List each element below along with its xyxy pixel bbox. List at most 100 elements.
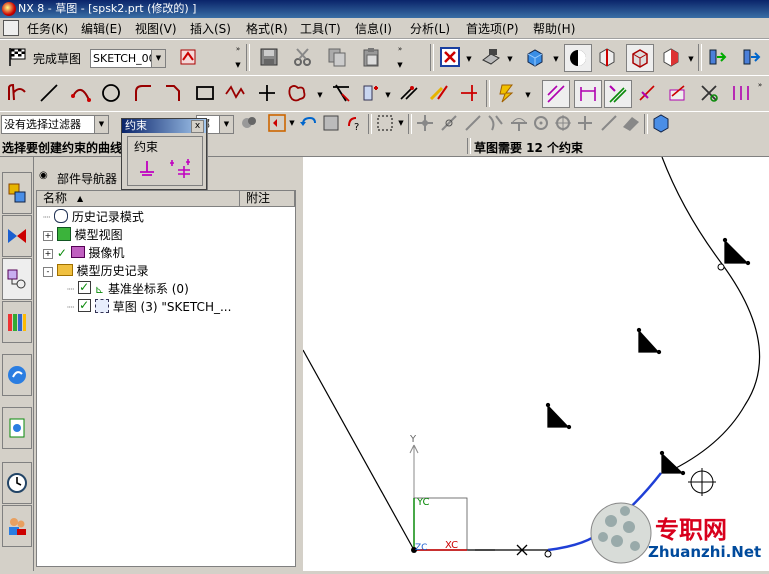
arc-icon[interactable] bbox=[68, 80, 94, 106]
dropdown-icon[interactable]: ▼ bbox=[397, 118, 405, 128]
fit-view-icon[interactable] bbox=[437, 44, 463, 70]
rectangle-icon[interactable] bbox=[192, 80, 218, 106]
sketch-arc[interactable] bbox=[661, 156, 761, 474]
close-icon[interactable]: x bbox=[191, 120, 204, 133]
constraint-navigator-tab[interactable] bbox=[2, 215, 32, 257]
history-palette-tab[interactable] bbox=[2, 407, 32, 449]
dropdown-icon[interactable]: ▼ bbox=[465, 54, 473, 64]
snap-on-face-icon[interactable] bbox=[620, 112, 642, 134]
save-icon[interactable] bbox=[256, 44, 282, 70]
copy-icon[interactable] bbox=[324, 44, 350, 70]
menu-preferences[interactable]: 首选项(P) bbox=[466, 20, 519, 37]
profile-icon[interactable] bbox=[4, 80, 30, 106]
snap-point-on-curve-icon[interactable] bbox=[552, 112, 574, 134]
overflow-chevron-icon[interactable]: » bbox=[234, 44, 242, 54]
display-mode-icon[interactable] bbox=[564, 44, 592, 72]
menu-help[interactable]: 帮助(H) bbox=[533, 20, 575, 37]
graphics-window[interactable]: Y YC XC ZC bbox=[302, 156, 769, 571]
menu-analysis[interactable]: 分析(L) bbox=[410, 20, 450, 37]
menu-edit[interactable]: 编辑(E) bbox=[81, 20, 122, 37]
collapse-icon[interactable]: - bbox=[43, 267, 53, 277]
snap-control-point-icon[interactable] bbox=[462, 112, 484, 134]
circle-icon[interactable] bbox=[98, 80, 124, 106]
dropdown-icon[interactable]: ▼ bbox=[234, 60, 242, 70]
overflow-chevron-icon[interactable]: » bbox=[756, 80, 764, 90]
selection-filter-select[interactable]: 没有选择过滤器 ▼ bbox=[1, 115, 109, 134]
quick-trim-icon[interactable] bbox=[426, 80, 452, 106]
color-filter-icon[interactable] bbox=[238, 112, 260, 134]
column-name-header[interactable]: 名称 ▲ bbox=[37, 191, 240, 207]
quick-extend-icon[interactable] bbox=[456, 80, 482, 106]
snap-endpoint-icon[interactable] bbox=[414, 112, 436, 134]
column-attach-header[interactable]: 附注 bbox=[240, 191, 295, 207]
reuse-library-tab[interactable] bbox=[2, 301, 32, 343]
menu-insert[interactable]: 插入(S) bbox=[190, 20, 231, 37]
paste-icon[interactable] bbox=[358, 44, 384, 70]
dropdown-icon[interactable]: ▼ bbox=[288, 118, 296, 128]
menu-info[interactable]: 信息(I) bbox=[355, 20, 392, 37]
finish-sketch-flag-icon[interactable] bbox=[4, 44, 30, 70]
quick-pick-icon[interactable]: ? bbox=[344, 112, 366, 134]
snap-arc-center-icon[interactable] bbox=[508, 112, 530, 134]
finish-sketch-label[interactable]: 完成草图 bbox=[33, 50, 81, 67]
shaded-view-icon[interactable] bbox=[522, 44, 548, 70]
visibility-checkbox[interactable] bbox=[78, 278, 92, 296]
menu-format[interactable]: 格式(R) bbox=[246, 20, 288, 37]
dropdown-icon[interactable]: ▼ bbox=[316, 90, 324, 100]
snap-existing-point-icon[interactable] bbox=[574, 112, 596, 134]
rectangle-select-icon[interactable] bbox=[374, 112, 396, 134]
part-navigator-tab[interactable] bbox=[2, 258, 32, 300]
dropdown-icon[interactable]: ▼ bbox=[687, 54, 695, 64]
offset-curve-icon[interactable] bbox=[358, 80, 384, 106]
dropdown-icon[interactable]: ▼ bbox=[384, 90, 392, 100]
history-clock-tab[interactable] bbox=[2, 462, 32, 504]
snap-intersection-icon[interactable] bbox=[484, 112, 506, 134]
point-icon[interactable] bbox=[254, 80, 280, 106]
coincident-constraint-icon[interactable] bbox=[136, 159, 158, 179]
model-view-icon[interactable] bbox=[650, 112, 672, 134]
dropdown-icon[interactable]: ▼ bbox=[552, 54, 560, 64]
snap-on-curve-icon[interactable] bbox=[598, 112, 620, 134]
snap-quadrant-icon[interactable] bbox=[530, 112, 552, 134]
show-constraints-icon[interactable] bbox=[604, 80, 632, 108]
select-all-icon[interactable] bbox=[266, 112, 288, 134]
dropdown-icon[interactable]: ▼ bbox=[506, 54, 514, 64]
tree-item-model-views[interactable]: + 模型视图 bbox=[43, 226, 123, 244]
sketch-canvas[interactable]: Y YC XC ZC bbox=[302, 156, 769, 571]
tree-item-cameras[interactable]: + ✓ 摄像机 bbox=[43, 244, 125, 262]
roles-tab[interactable] bbox=[2, 505, 32, 547]
tree-item-model-history[interactable]: - 模型历史记录 bbox=[43, 262, 149, 280]
fillet-icon[interactable] bbox=[130, 80, 156, 106]
line-icon[interactable] bbox=[36, 80, 62, 106]
web-browser-tab[interactable] bbox=[2, 354, 32, 396]
menu-tools[interactable]: 工具(T) bbox=[300, 20, 341, 37]
dropdown-icon[interactable]: ▼ bbox=[396, 60, 404, 70]
select-feature-icon[interactable] bbox=[320, 112, 342, 134]
convert-reference-icon[interactable] bbox=[664, 80, 690, 106]
derived-line-icon[interactable] bbox=[396, 80, 422, 106]
app-menu-icon[interactable] bbox=[3, 20, 19, 36]
reattach-sketch-icon[interactable] bbox=[175, 44, 201, 70]
trim-icon[interactable] bbox=[328, 80, 354, 106]
dropdown-icon[interactable]: ▼ bbox=[524, 90, 532, 100]
tree-item-history-mode[interactable]: ┈ 历史记录模式 bbox=[43, 208, 144, 226]
sketch-line[interactable] bbox=[302, 349, 415, 551]
snap-midpoint-icon[interactable] bbox=[438, 112, 460, 134]
polyline-icon[interactable] bbox=[222, 80, 248, 106]
animate-dimension-icon[interactable] bbox=[634, 80, 660, 106]
layer-move-icon[interactable] bbox=[704, 44, 730, 70]
assembly-navigator-tab[interactable] bbox=[2, 172, 32, 214]
dimension-icon[interactable] bbox=[542, 80, 570, 108]
render-style-icon[interactable] bbox=[658, 44, 684, 70]
menu-view[interactable]: 视图(V) bbox=[135, 20, 177, 37]
section-view-icon[interactable] bbox=[594, 44, 620, 70]
infer-constraints-icon[interactable] bbox=[728, 80, 754, 106]
perpendicular-constraint-icon[interactable] bbox=[574, 80, 602, 108]
pin-icon[interactable]: ◉ bbox=[39, 170, 48, 181]
layer-copy-icon[interactable] bbox=[738, 44, 764, 70]
chamfer-icon[interactable] bbox=[160, 80, 186, 106]
menu-task[interactable]: 任务(K) bbox=[27, 20, 68, 37]
hidden-edges-icon[interactable] bbox=[626, 44, 654, 72]
overflow-chevron-icon[interactable]: » bbox=[396, 44, 404, 54]
sketch-name-select[interactable]: SKETCH_000 ▼ bbox=[90, 49, 166, 68]
